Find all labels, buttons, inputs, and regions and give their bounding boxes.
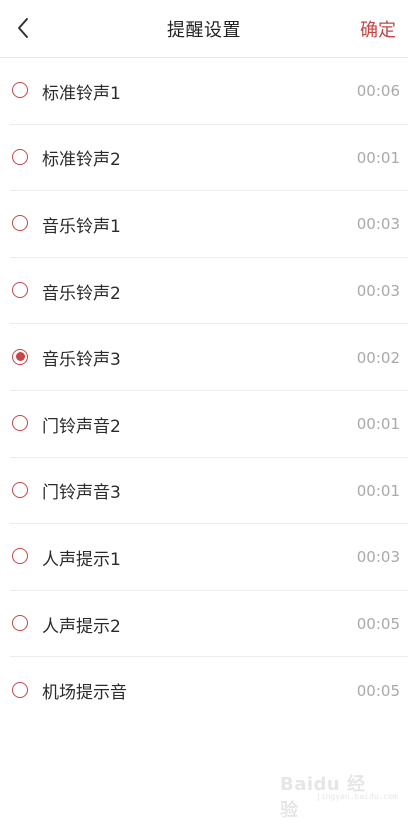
- nav-bar: 提醒设置 确定: [0, 0, 408, 58]
- ringtone-list: 标准铃声1 00:06 标准铃声2 00:01 音乐铃声1 00:03 音乐铃声…: [0, 58, 408, 724]
- watermark-url: jingyan.baidu.com: [316, 792, 398, 801]
- ringtone-row[interactable]: 标准铃声1 00:06: [0, 58, 408, 125]
- ringtone-row[interactable]: 音乐铃声3 00:02: [0, 324, 408, 391]
- radio-button[interactable]: [12, 82, 28, 99]
- ringtone-duration: 00:05: [356, 681, 400, 700]
- radio-button[interactable]: [12, 148, 28, 165]
- radio-button[interactable]: [12, 215, 28, 232]
- baidu-jingyan-watermark: Baidu 经验 jingyan.baidu.com: [280, 768, 398, 821]
- radio-button[interactable]: [12, 548, 28, 565]
- radio-button[interactable]: [12, 282, 28, 299]
- ringtone-name: 标准铃声1: [42, 83, 121, 104]
- ringtone-duration: 00:01: [356, 481, 400, 500]
- ringtone-duration: 00:01: [356, 415, 400, 434]
- ringtone-row[interactable]: 标准铃声2 00:01: [0, 125, 408, 192]
- ringtone-row[interactable]: 门铃声音2 00:01: [0, 391, 408, 458]
- ringtone-duration: 00:03: [356, 215, 400, 234]
- radio-button[interactable]: [12, 615, 28, 632]
- radio-button[interactable]: [12, 481, 28, 498]
- page-title: 提醒设置: [167, 19, 241, 41]
- confirm-button[interactable]: 确定: [360, 16, 396, 42]
- ringtone-name: 机场提示音: [42, 683, 127, 704]
- ringtone-duration: 00:01: [356, 148, 400, 167]
- ringtone-name: 音乐铃声2: [42, 283, 121, 304]
- ringtone-duration: 00:05: [356, 615, 400, 634]
- radio-button[interactable]: [12, 415, 28, 432]
- ringtone-row[interactable]: 音乐铃声1 00:03: [0, 191, 408, 258]
- ringtone-name: 音乐铃声3: [42, 350, 121, 371]
- ringtone-row[interactable]: 人声提示2 00:05: [0, 591, 408, 658]
- ringtone-name: 人声提示2: [42, 616, 121, 637]
- ringtone-name: 门铃声音2: [42, 416, 121, 437]
- chevron-left-icon: [18, 18, 28, 38]
- ringtone-name: 音乐铃声1: [42, 216, 121, 237]
- ringtone-name: 人声提示1: [42, 549, 121, 570]
- reminder-settings-screen: 提醒设置 确定 标准铃声1 00:06 标准铃声2 00:01 音乐铃声1 00…: [0, 0, 408, 830]
- ringtone-duration: 00:02: [356, 348, 400, 367]
- ringtone-row[interactable]: 音乐铃声2 00:03: [0, 258, 408, 325]
- ringtone-name: 门铃声音3: [42, 483, 121, 504]
- ringtone-row[interactable]: 人声提示1 00:03: [0, 524, 408, 591]
- ringtone-row[interactable]: 机场提示音 00:05: [0, 657, 408, 724]
- ringtone-duration: 00:03: [356, 282, 400, 301]
- ringtone-duration: 00:03: [356, 548, 400, 567]
- radio-button[interactable]: [12, 348, 28, 365]
- ringtone-row[interactable]: 门铃声音3 00:01: [0, 458, 408, 525]
- ringtone-duration: 00:06: [356, 82, 400, 101]
- back-button[interactable]: [10, 14, 36, 42]
- radio-button[interactable]: [12, 681, 28, 698]
- ringtone-name: 标准铃声2: [42, 150, 121, 171]
